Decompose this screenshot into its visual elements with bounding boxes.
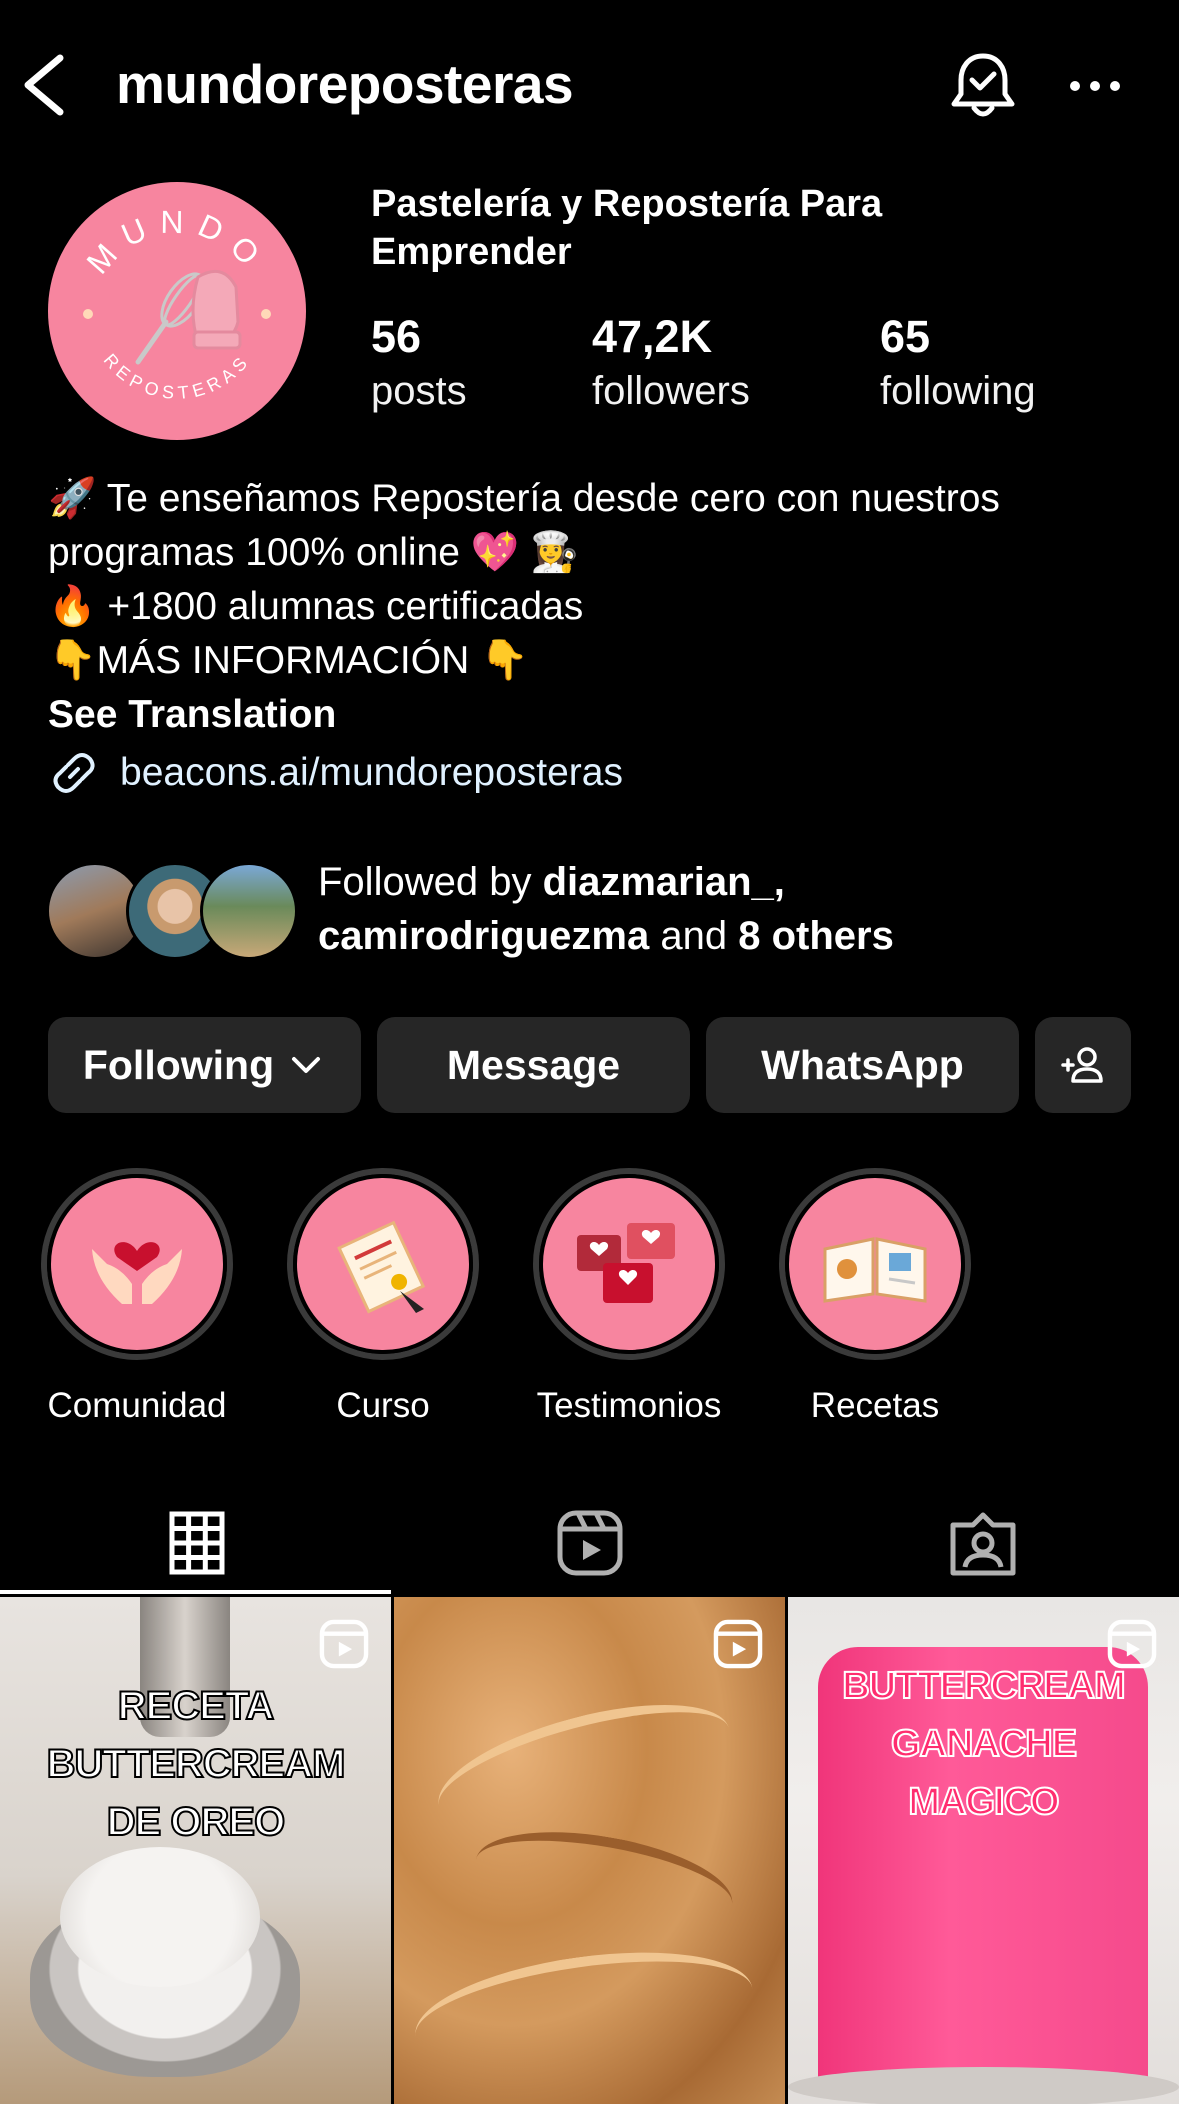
rocket-icon: 🚀 (48, 477, 97, 520)
bio-line-2: programas 100% online (48, 531, 460, 574)
followed-by-user: diazmarian_, (542, 860, 785, 904)
posts-label: posts (371, 369, 467, 413)
more-horizontal-icon (1070, 81, 1120, 91)
reel-icon (713, 1619, 763, 1669)
chevron-down-icon (292, 1057, 321, 1073)
chevron-left-icon (24, 54, 64, 116)
recipe-book-icon (823, 1237, 927, 1303)
suggested-users-button[interactable] (1035, 1017, 1131, 1113)
profile-avatar[interactable]: MUNDO REPOSTERAS (48, 182, 306, 440)
tab-tagged[interactable] (786, 1490, 1179, 1595)
pointing-down-icon: 👇 (480, 639, 529, 682)
avatar-top-text: MUNDO (79, 204, 262, 281)
cook-icon: 👩‍🍳 (530, 531, 579, 574)
link-icon (53, 753, 95, 793)
chat-hearts-icon (577, 1223, 675, 1303)
bio-line-4: MÁS INFORMACIÓN (96, 639, 470, 682)
see-translation-link[interactable]: See Translation (48, 688, 1168, 742)
followed-by-text[interactable]: Followed by diazmarian_, camirodriguezma… (318, 855, 894, 963)
oven-mitt-icon (191, 269, 242, 350)
notifications-button[interactable] (948, 48, 1018, 122)
following-label: following (880, 369, 1036, 413)
followed-by-prefix: Followed by (318, 860, 532, 904)
bell-check-icon (951, 53, 1015, 117)
following-value: 65 (880, 311, 931, 362)
avatar-bottom-text: REPOSTERAS (100, 350, 250, 403)
hands-heart-icon (92, 1242, 182, 1304)
more-options-button[interactable] (1065, 66, 1125, 106)
whatsapp-button-label: WhatsApp (761, 1041, 964, 1088)
pointing-down-icon: 👇 (48, 639, 97, 682)
following-button[interactable]: Following (48, 1017, 361, 1113)
highlight-comunidad[interactable]: Comunidad (41, 1168, 233, 1426)
display-name: Pastelería y Repostería Para Emprender (371, 183, 883, 273)
reel-icon (1107, 1619, 1157, 1669)
highlight-curso[interactable]: Curso (287, 1168, 479, 1426)
active-tab-indicator (0, 1590, 391, 1594)
highlight-label: Curso (336, 1386, 430, 1425)
followers-label: followers (592, 369, 750, 413)
post-overlay-text: RECETA (117, 1683, 275, 1729)
highlight-label: Recetas (810, 1386, 940, 1425)
grid-icon (169, 1511, 224, 1574)
post-overlay-text: BUTTERCREAM (46, 1741, 347, 1787)
following-count[interactable]: 65 following (880, 310, 1036, 418)
post-thumbnail[interactable]: RECETA BUTTERCREAM DE OREO (0, 1597, 391, 2104)
following-button-label: Following (82, 1041, 275, 1088)
bio-link[interactable]: beacons.ai/mundoreposteras (48, 746, 1168, 800)
follower-avatar[interactable] (200, 862, 298, 960)
bio: 🚀 Te enseñamos Repostería desde cero con… (48, 472, 1168, 800)
bio-line-3: +1800 alumnas certificadas (107, 585, 584, 628)
posts-count[interactable]: 56 posts (371, 310, 467, 418)
bio-line-1: Te enseñamos Repostería desde cero con n… (106, 477, 1000, 520)
tab-reels[interactable] (393, 1490, 786, 1595)
fire-icon: 🔥 (48, 585, 97, 628)
whatsapp-button[interactable]: WhatsApp (706, 1017, 1019, 1113)
back-button[interactable] (20, 50, 70, 120)
brand-logo: MUNDO REPOSTERAS (79, 204, 274, 403)
post-overlay-text: GANACHE (890, 1722, 1078, 1766)
followed-by-user: camirodriguezma (318, 914, 650, 958)
post-overlay-text: MAGICO (907, 1780, 1060, 1824)
followers-value: 47,2K (592, 311, 713, 362)
followed-by-and: and (660, 914, 728, 958)
message-button[interactable]: Message (377, 1017, 690, 1113)
tab-posts-grid[interactable] (0, 1490, 393, 1595)
svg-text:MUNDO: MUNDO (79, 204, 274, 281)
profile-username: mundoreposteras (116, 53, 574, 115)
sparkling-heart-icon: 💖 (470, 531, 520, 574)
svg-text:REPOSTERAS: REPOSTERAS (100, 350, 255, 403)
post-thumbnail[interactable]: BUTTERCREAM GANACHE MAGICO (788, 1597, 1179, 2104)
reel-icon (319, 1619, 369, 1669)
post-thumbnail[interactable] (394, 1597, 785, 2104)
certificate-icon (337, 1220, 426, 1314)
highlight-label: Comunidad (47, 1386, 227, 1425)
add-person-icon (1061, 1047, 1103, 1083)
message-button-label: Message (446, 1041, 621, 1088)
post-overlay-text: DE OREO (106, 1799, 286, 1845)
followers-count[interactable]: 47,2K followers (592, 310, 750, 418)
followed-by-others: 8 others (738, 914, 894, 958)
reels-icon (557, 1510, 622, 1575)
highlight-label: Testimonios (536, 1386, 722, 1425)
posts-value: 56 (371, 311, 422, 362)
highlight-recetas[interactable]: Recetas (779, 1168, 971, 1426)
highlight-testimonios[interactable]: Testimonios (533, 1168, 725, 1426)
bio-link-text: beacons.ai/mundoreposteras (120, 751, 623, 794)
tagged-icon (950, 1512, 1015, 1575)
